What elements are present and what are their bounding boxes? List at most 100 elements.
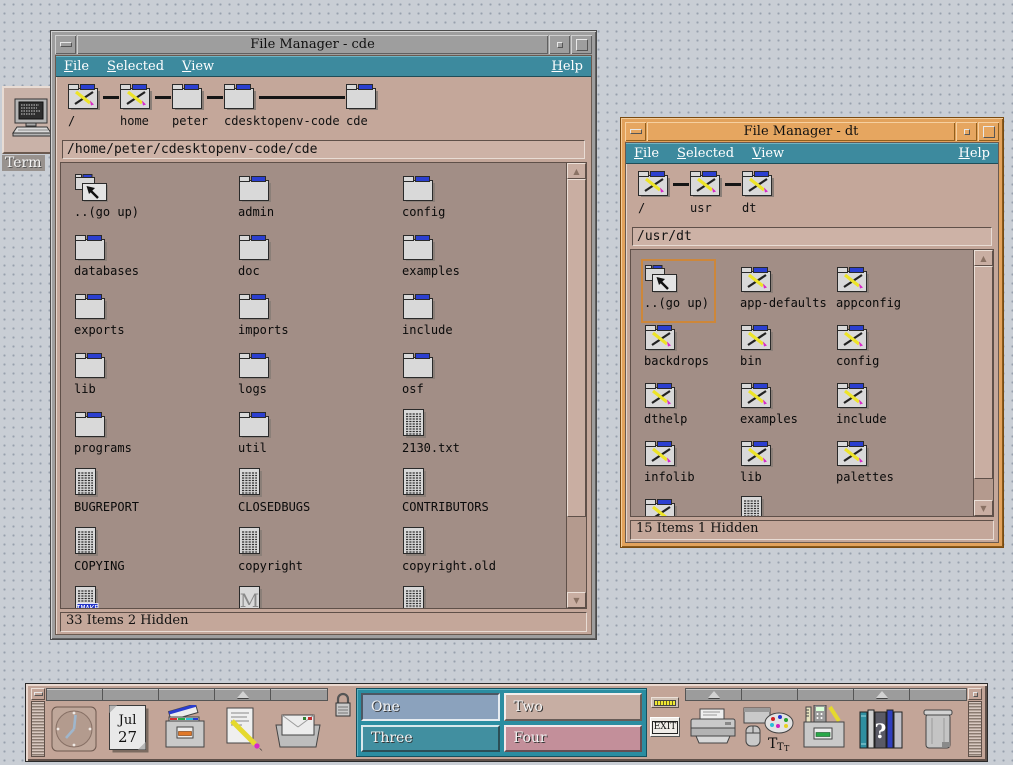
panel-minimize-button[interactable] [31,688,45,700]
file-item[interactable]: copyright [238,525,402,584]
window-title[interactable]: File Manager - dt [647,122,955,141]
scroll-trough[interactable] [974,479,993,500]
maximize-button[interactable] [978,122,999,141]
minimize-button[interactable] [956,122,977,141]
window-menu-button[interactable] [55,35,76,54]
panel-grip[interactable] [968,701,982,757]
exit-button[interactable]: EXIT [650,717,680,737]
launcher-mail[interactable] [270,701,326,757]
panel-right-endcap[interactable] [968,688,982,757]
menu-item-file[interactable]: File [634,146,659,161]
file-item[interactable]: MMakefile [238,584,402,608]
file-item[interactable]: examples [402,230,566,289]
file-item[interactable]: appconfig [836,262,932,320]
file-item[interactable]: backdrops [644,320,740,378]
file-item[interactable]: include [402,289,566,348]
file-item[interactable]: dthelp [644,378,740,436]
file-item[interactable]: BUGREPORT [74,466,238,525]
launcher-style-manager[interactable]: TTT [741,701,797,757]
scroll-thumb[interactable] [974,266,993,479]
launcher-trash[interactable] [909,701,965,757]
workspace-button-four[interactable]: Four [504,725,643,753]
launcher-file-manager[interactable] [158,701,214,757]
scroll-thumb[interactable] [567,179,586,517]
file-item[interactable]: palettes [836,436,932,494]
scroll-up-button[interactable]: ▲ [567,163,586,179]
file-item[interactable]: osf [402,348,566,407]
cde-titlebar[interactable]: File Manager - cde [55,35,592,54]
file-item[interactable]: exports [74,289,238,348]
file-item[interactable]: OPENBUGS [402,584,566,608]
file-item[interactable]: copyright.old [402,525,566,584]
subpanel-handle[interactable] [742,689,798,700]
launcher-applications[interactable] [797,701,853,757]
breadcrumb-folder[interactable]: / [637,170,673,218]
menu-item-selected[interactable]: Selected [677,146,734,161]
file-item[interactable]: admin [238,171,402,230]
file-item[interactable] [644,494,740,516]
breadcrumb-folder[interactable]: cdesktopenv-code [223,83,259,131]
file-item[interactable]: programs [74,407,238,466]
file-item[interactable]: util [238,407,402,466]
menu-item-view[interactable]: View [182,59,214,74]
file-item[interactable]: doc [238,230,402,289]
menu-help[interactable]: Help [551,59,583,74]
breadcrumb-folder[interactable]: usr [689,170,725,218]
subpanel-toggle[interactable] [215,689,271,700]
dt-titlebar[interactable]: File Manager - dt [625,122,999,141]
subpanel-handle[interactable] [798,689,854,700]
file-item[interactable]: bin [740,320,836,378]
scroll-down-button[interactable]: ▼ [567,592,586,608]
scroll-up-button[interactable]: ▲ [974,250,993,266]
file-item[interactable]: 2130.txt [402,407,566,466]
menu-item-selected[interactable]: Selected [107,59,164,74]
panel-left-endcap[interactable] [31,688,45,757]
file-item[interactable]: COPYING [74,525,238,584]
panel-menu-button[interactable] [968,688,982,700]
file-item[interactable]: include [836,378,932,436]
file-item[interactable]: IMAKEImakefile [74,584,238,608]
dt-vertical-scrollbar[interactable]: ▲ ▼ [973,250,993,516]
dt-path-field[interactable]: /usr/dt [632,227,992,246]
menu-help[interactable]: Help [958,146,990,161]
file-item[interactable]: lib [74,348,238,407]
breadcrumb-folder[interactable]: home [119,83,155,131]
menu-item-view[interactable]: View [752,146,784,161]
file-item[interactable]: databases [74,230,238,289]
launcher-calendar[interactable]: Jul27 [102,701,158,757]
file-item[interactable]: infolib [644,436,740,494]
window-menu-button[interactable] [625,122,646,141]
launcher-text-editor[interactable] [214,701,270,757]
menu-item-file[interactable]: File [64,59,89,74]
subpanel-handle[interactable] [159,689,215,700]
file-item[interactable]: lib [740,436,836,494]
scroll-down-button[interactable]: ▼ [974,500,993,516]
workspace-button-two[interactable]: Two [504,693,643,721]
lock-slot[interactable] [330,688,356,757]
panel-grip[interactable] [31,701,45,757]
minimize-button[interactable] [549,35,570,54]
subpanel-handle[interactable] [271,689,327,700]
file-item[interactable]: CLOSEDBUGS [238,466,402,525]
cde-path-field[interactable]: /home/peter/cdesktopenv-code/cde [62,140,585,159]
window-title[interactable]: File Manager - cde [77,35,548,54]
file-item[interactable]: imports [238,289,402,348]
scroll-trough[interactable] [567,517,586,592]
file-item[interactable]: ..(go up) [74,171,238,230]
cde-vertical-scrollbar[interactable]: ▲ ▼ [566,163,586,608]
file-item[interactable]: logs [238,348,402,407]
file-item[interactable]: ..(go up) [644,262,713,320]
launcher-clock[interactable] [46,701,102,757]
workspace-button-one[interactable]: One [361,693,500,721]
file-item[interactable]: CONTRIBUTORS [402,466,566,525]
breadcrumb-folder[interactable]: dt [741,170,777,218]
subpanel-toggle[interactable] [686,689,742,700]
maximize-button[interactable] [571,35,592,54]
breadcrumb-folder[interactable]: cde [345,83,381,131]
launcher-help-viewer[interactable]: ? [853,701,909,757]
file-item[interactable]: config [836,320,932,378]
breadcrumb-folder[interactable]: / [67,83,103,131]
file-item[interactable] [740,494,836,516]
subpanel-toggle[interactable] [854,689,910,700]
breadcrumb-folder[interactable]: peter [171,83,207,131]
